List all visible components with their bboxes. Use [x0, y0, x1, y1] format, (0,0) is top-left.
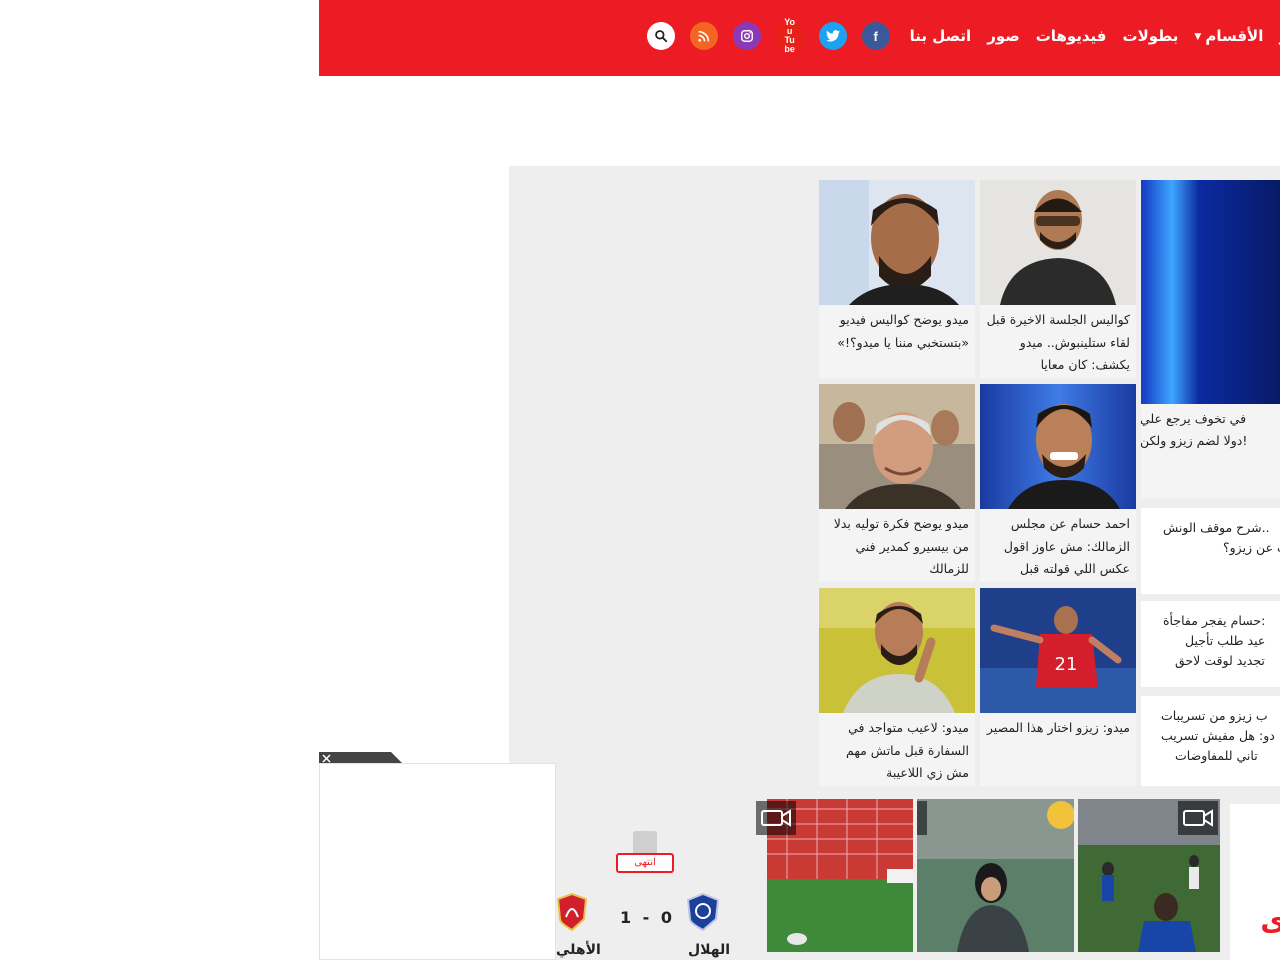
nav-item-contact[interactable]: اتصل بنا [910, 27, 972, 45]
home-team-crest-icon [686, 892, 720, 935]
side-news-item[interactable]: ب زيزو من تسريبات دو: هل مفيش تسريب تاني… [1141, 696, 1280, 786]
news-card[interactable]: كواليس الجلسة الاخيرة قبل لقاء ستلينبوش.… [980, 180, 1136, 378]
svg-text:21: 21 [1055, 654, 1078, 675]
instagram-icon[interactable] [732, 22, 761, 50]
match-status-tab [633, 831, 657, 855]
news-card[interactable]: ميدو يوضح كواليس فيديو «بتستخبي مننا يا … [819, 180, 975, 378]
news-card[interactable]: احمد حسام عن مجلس الزمالك: مش عاوز اقول … [980, 384, 1136, 582]
side-news-line: تاني للمفاوضات [1175, 748, 1258, 763]
home-score: 0 [660, 908, 673, 927]
news-card-title: ميدو: زيزو اختار هذا المصير [986, 720, 1130, 735]
side-news-item[interactable]: حسام يفجر مفاجأة: عيد طلب تأجيل تجديد لو… [1141, 601, 1280, 687]
home-team-name: الهلال [688, 942, 731, 958]
nav-item-photos[interactable]: صور [987, 27, 1020, 45]
video-camera-icon [756, 801, 796, 835]
side-news-line: شرح موقف الونش.. [1163, 520, 1270, 535]
popup-ad-box [319, 763, 556, 960]
side-news-title: شرح موقف الونش.. ب عن زيزو؟ [1141, 508, 1280, 558]
side-news-title: ب زيزو من تسريبات دو: هل مفيش تسريب تاني… [1141, 696, 1280, 766]
match-status-badge: انتهى [616, 853, 674, 873]
news-card[interactable]: ميدو: لاعيب متواجد في السفارة قبل ماتش م… [819, 588, 975, 786]
news-card-image [819, 384, 975, 509]
twitter-icon[interactable] [818, 22, 847, 50]
facebook-icon[interactable]: f [861, 22, 890, 50]
featured-news-title-line2: دولا لضم زيزو ولكن! [1141, 433, 1248, 448]
away-team-name: الأهلي [556, 942, 601, 958]
main-nav: ر الأقسام▼ بطولات فيديوهات صور اتصل بنا … [646, 0, 1280, 72]
side-news-line: دو: هل مفيش تسريب [1161, 728, 1275, 743]
section-heading-fragment: ى [1230, 804, 1280, 960]
side-news-item[interactable]: شرح موقف الونش.. ب عن زيزو؟ [1141, 508, 1280, 594]
section-heading-letter: ى [1260, 904, 1280, 937]
news-card[interactable]: 21 ميدو: زيزو اختار هذا المصير [980, 588, 1136, 786]
featured-news-card[interactable]: في تخوف يرجع علي دولا لضم زيزو ولكن! [1141, 180, 1280, 498]
search-icon[interactable] [646, 22, 675, 50]
video-camera-icon [1178, 801, 1218, 835]
featured-news-title[interactable]: في تخوف يرجع علي دولا لضم زيزو ولكن! [1141, 408, 1280, 452]
score-separator: - [642, 908, 650, 927]
match-score: 1 - 0 [615, 908, 677, 927]
news-card-image [980, 384, 1136, 509]
nav-item-tournaments[interactable]: بطولات [1123, 27, 1179, 45]
news-card-title: ميدو يوضح فكرة توليه بدلا من بيسيرو كمدي… [833, 516, 969, 576]
away-team-crest-icon [556, 892, 588, 935]
rss-icon[interactable] [689, 22, 718, 50]
news-card-title: ميدو يوضح كواليس فيديو «بتستخبي مننا يا … [837, 312, 969, 350]
news-card-image: 21 [980, 588, 1136, 713]
side-news-line: عيد طلب تأجيل [1185, 633, 1266, 648]
youtube-icon-label: You Tube [784, 17, 796, 54]
side-news-line: حسام يفجر مفاجأة: [1163, 613, 1266, 628]
nav-item-videos[interactable]: فيديوهات [1036, 27, 1107, 45]
video-thumbnail[interactable] [1078, 799, 1220, 952]
away-score: 1 [619, 908, 632, 927]
news-card-image [819, 588, 975, 713]
featured-news-image [1141, 180, 1280, 404]
news-card-title: كواليس الجلسة الاخيرة قبل لقاء ستلينبوش.… [986, 312, 1130, 372]
video-thumbnail[interactable] [917, 799, 1074, 952]
caret-down-icon: ▼ [1194, 32, 1202, 42]
social-links: f You Tube [646, 18, 890, 54]
news-card-title: احمد حسام عن مجلس الزمالك: مش عاوز اقول … [1003, 516, 1130, 576]
side-news-line: تجديد لوقت لاحق [1175, 653, 1265, 668]
news-card-title: ميدو: لاعيب متواجد في السفارة قبل ماتش م… [846, 720, 969, 780]
news-card-image [980, 180, 1136, 305]
nav-item-sections-label: الأقسام [1205, 27, 1264, 45]
video-camera-icon [917, 801, 927, 835]
side-news-line: ب عن زيزو؟ [1223, 540, 1280, 555]
top-navigation-bar: ر الأقسام▼ بطولات فيديوهات صور اتصل بنا … [319, 0, 1280, 76]
nav-item-sections[interactable]: الأقسام▼ [1194, 27, 1263, 45]
featured-news-title-line1: في تخوف يرجع علي [1141, 411, 1247, 426]
news-card[interactable]: ميدو يوضح فكرة توليه بدلا من بيسيرو كمدي… [819, 384, 975, 582]
side-news-line: ب زيزو من تسريبات [1161, 708, 1268, 723]
side-news-title: حسام يفجر مفاجأة: عيد طلب تأجيل تجديد لو… [1141, 601, 1280, 671]
youtube-icon[interactable]: You Tube [775, 18, 804, 54]
news-card-image [819, 180, 975, 305]
